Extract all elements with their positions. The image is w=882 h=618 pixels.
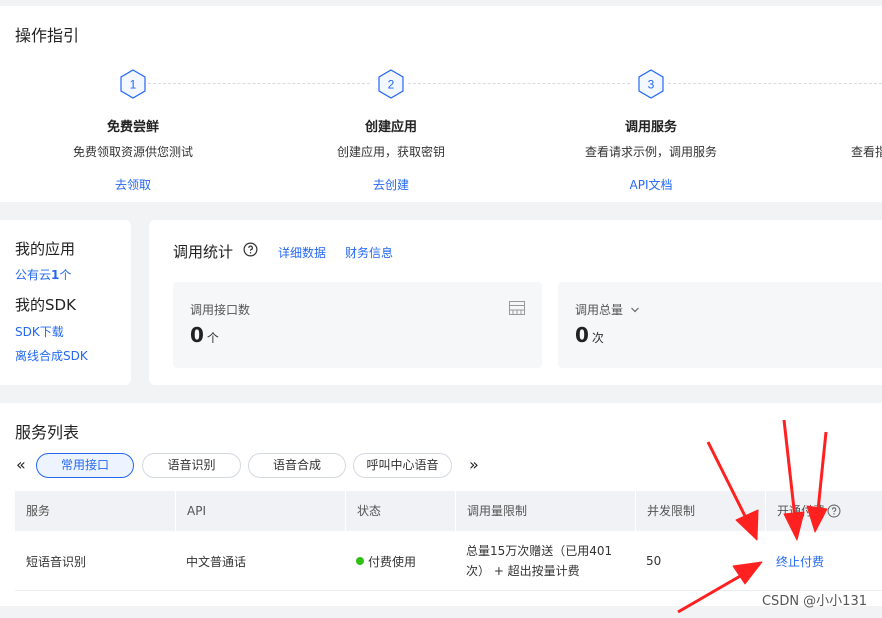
public-cloud-apps-link[interactable]: 公有云1个 <box>15 266 71 283</box>
total-calls-value: 0次 <box>575 323 604 347</box>
service-list-card: 服务列表 « 常用接口 语音识别 语音合成 呼叫中心语音 » 服务 API 状态… <box>0 403 882 606</box>
column-header: API <box>175 491 345 531</box>
step-title: 免费尝鲜 <box>106 120 159 135</box>
create-app-link[interactable]: 去创建 <box>373 176 409 193</box>
offline-tts-sdk-link[interactable]: 离线合成SDK <box>15 347 88 364</box>
get-free-link[interactable]: 去领取 <box>115 176 151 193</box>
step-description: 免费领取资源供您测试 <box>72 145 193 159</box>
stop-payment-link[interactable]: 终止付费 <box>776 553 824 570</box>
watermark: CSDN @小小131 <box>761 594 867 609</box>
guide-title: 操作指引 <box>15 26 80 45</box>
tab-call-center-voice[interactable]: 呼叫中心语音 <box>353 453 452 478</box>
tabs-prev-arrow[interactable]: « <box>16 455 26 474</box>
hexagon-number-icon: 3 <box>638 69 664 99</box>
table-header-row: 服务 API 状态 调用量限制 并发限制 开通付费 <box>15 491 882 531</box>
column-header: 状态 <box>345 491 455 531</box>
step-title: 调用服务 <box>624 120 677 135</box>
api-docs-link[interactable]: API文档 <box>630 176 673 193</box>
step-4-partial-description: 查看指 <box>851 145 882 159</box>
total-calls-dropdown[interactable]: 调用总量 <box>575 301 640 318</box>
service-list-title: 服务列表 <box>15 423 80 442</box>
step-description: 创建应用，获取密钥 <box>336 145 445 159</box>
table-row: 短语音识别 中文普通话 付费使用 总量15万次赠送（已用401次） + 超出按量… <box>15 531 882 591</box>
column-header: 服务 <box>26 504 51 518</box>
stats-title: 调用统计 <box>173 243 234 261</box>
hexagon-number-icon: 2 <box>378 69 404 99</box>
api-count-label: 调用接口数 <box>190 303 251 317</box>
detailed-data-link[interactable]: 详细数据 <box>278 244 326 261</box>
api-cell: 中文普通话 <box>186 554 247 569</box>
guide-step-2: 2 创建应用 创建应用，获取密钥 去创建 <box>261 68 521 193</box>
api-count-value: 0个 <box>190 323 219 347</box>
service-name-cell: 短语音识别 <box>26 554 87 569</box>
my-app-card: 我的应用 公有云1个 我的SDK SDK下载 离线合成SDK <box>0 220 131 385</box>
svg-text:2: 2 <box>388 78 395 92</box>
my-apps-heading: 我的应用 <box>15 240 76 258</box>
column-header-paid: 开通付费 <box>765 491 882 531</box>
guide-card: 操作指引 1 免费尝鲜 免费领取资源供您测试 去领取 2 创建应用 创建应用，获… <box>0 6 882 202</box>
help-icon[interactable] <box>827 504 841 518</box>
svg-text:1: 1 <box>130 78 137 92</box>
tab-common-apis[interactable]: 常用接口 <box>36 453 134 478</box>
column-header: 并发限制 <box>635 491 765 531</box>
tabs-next-arrow[interactable]: » <box>469 455 479 474</box>
guide-step-1: 1 免费尝鲜 免费领取资源供您测试 去领取 <box>3 68 263 193</box>
tab-speech-recognition[interactable]: 语音识别 <box>142 453 241 478</box>
chevron-down-icon <box>630 307 639 313</box>
tab-speech-synthesis[interactable]: 语音合成 <box>248 453 346 478</box>
table-icon[interactable] <box>509 301 525 315</box>
total-calls-stat: 调用总量 0次 <box>558 282 882 368</box>
usage-limit-cell: 总量15万次赠送（已用401次） + 超出按量计费 <box>466 544 613 578</box>
call-stats-card: 调用统计 详细数据 财务信息 调用接口数 0个 调用总量 0次 <box>149 220 882 385</box>
my-sdk-heading: 我的SDK <box>15 296 76 314</box>
finance-info-link[interactable]: 财务信息 <box>345 244 393 261</box>
step-description: 查看请求示例，调用服务 <box>584 145 717 159</box>
svg-text:3: 3 <box>648 78 655 92</box>
help-icon[interactable] <box>243 242 258 257</box>
guide-step-3: 3 调用服务 查看请求示例，调用服务 API文档 <box>521 68 781 193</box>
concurrency-cell: 50 <box>646 554 662 568</box>
action-cell: 终止付费 <box>765 531 882 591</box>
hexagon-number-icon: 1 <box>120 69 146 99</box>
status-dot-icon <box>356 557 364 565</box>
api-count-stat: 调用接口数 0个 <box>173 282 542 368</box>
column-header: 调用量限制 <box>455 491 635 531</box>
status-cell: 付费使用 <box>345 531 455 591</box>
sdk-download-link[interactable]: SDK下载 <box>15 323 64 340</box>
step-title: 创建应用 <box>364 120 417 135</box>
